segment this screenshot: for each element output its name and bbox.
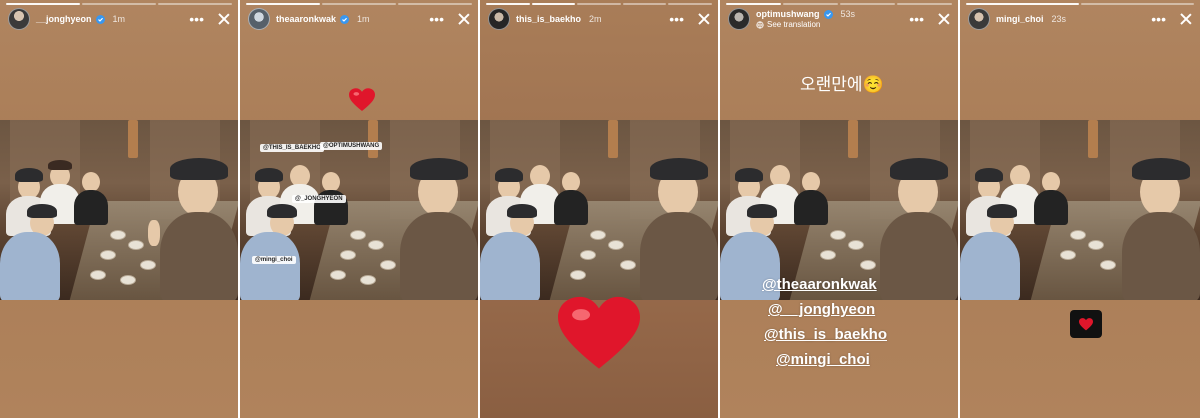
- story-header: this_is_baekho 2m •••: [488, 8, 710, 30]
- progress-segment: [668, 3, 712, 5]
- avatar[interactable]: [8, 8, 30, 30]
- story-photo: [960, 120, 1200, 300]
- story-timestamp: 53s: [840, 9, 856, 19]
- heart-icon: [1079, 317, 1093, 330]
- more-horizontal-icon[interactable]: •••: [669, 12, 684, 26]
- story-header: __jonghyeon 1m •••: [8, 8, 230, 30]
- story-username[interactable]: theaaronkwak: [276, 14, 336, 24]
- story-header: optimushwang 53s See translation •••: [728, 8, 950, 30]
- story-panel-optimushwang[interactable]: optimushwang 53s See translation ••• 오랜만…: [720, 0, 958, 418]
- story-header: mingi_choi 23s •••: [968, 8, 1192, 30]
- mention-sticker[interactable]: @OPTIMUSHWANG: [320, 142, 383, 150]
- story-timestamp: 1m: [357, 14, 370, 24]
- story-timestamp: 23s: [1051, 14, 1067, 24]
- mention-sticker[interactable]: @THIS_IS_BAEKHO: [260, 144, 324, 152]
- avatar[interactable]: [248, 8, 270, 30]
- progress-segment: [6, 3, 80, 5]
- avatar[interactable]: [728, 8, 750, 30]
- mention-sticker[interactable]: @mingi_choi: [252, 256, 296, 264]
- close-icon[interactable]: [458, 13, 470, 25]
- heart-emoji-sticker[interactable]: [349, 88, 375, 112]
- mention-sticker[interactable]: @_JONGHYEON: [292, 195, 346, 203]
- see-translation-link[interactable]: See translation: [756, 20, 855, 29]
- avatar[interactable]: [488, 8, 510, 30]
- heart-emoji-sticker[interactable]: [558, 296, 640, 372]
- progress-segment: [897, 3, 952, 5]
- verified-badge-icon: [95, 14, 105, 24]
- close-icon[interactable]: [698, 13, 710, 25]
- mention-link[interactable]: @this_is_baekho: [764, 326, 887, 343]
- story-header: theaaronkwak 1m •••: [248, 8, 470, 30]
- story-photo: [0, 120, 238, 300]
- verified-badge-icon: [340, 14, 350, 24]
- mention-link[interactable]: @mingi_choi: [776, 351, 870, 368]
- story-progress-bar: [966, 3, 1194, 5]
- story-panel-theaaronkwak[interactable]: theaaronkwak 1m ••• @THIS_IS_BAEKHO @OPT…: [240, 0, 478, 418]
- story-photo: @THIS_IS_BAEKHO @OPTIMUSHWANG @_JONGHYEO…: [240, 120, 478, 300]
- story-photo: [720, 120, 958, 300]
- progress-segment: [398, 3, 472, 5]
- more-horizontal-icon[interactable]: •••: [909, 12, 924, 26]
- translate-icon: [756, 20, 764, 29]
- progress-segment: [246, 3, 320, 5]
- more-horizontal-icon[interactable]: •••: [1151, 12, 1166, 26]
- progress-segment: [322, 3, 396, 5]
- heart-emoji-sticker[interactable]: [1070, 310, 1102, 338]
- progress-segment: [726, 3, 781, 5]
- mention-link[interactable]: @__jonghyeon: [768, 301, 875, 318]
- close-icon[interactable]: [938, 13, 950, 25]
- more-horizontal-icon[interactable]: •••: [189, 12, 204, 26]
- story-username[interactable]: __jonghyeon: [36, 14, 92, 24]
- story-timestamp: 1m: [112, 14, 126, 24]
- close-icon[interactable]: [218, 13, 230, 25]
- progress-segment: [622, 3, 667, 5]
- close-icon[interactable]: [1180, 13, 1192, 25]
- progress-segment: [783, 3, 838, 5]
- stories-row: __jonghyeon 1m ••• theaaronkwak 1m ••• @…: [0, 0, 1200, 418]
- story-progress-bar: [726, 3, 952, 5]
- story-username[interactable]: optimushwang: [756, 9, 820, 19]
- story-photo: [480, 120, 718, 300]
- progress-segment: [840, 3, 895, 5]
- progress-segment: [531, 3, 576, 5]
- story-progress-bar: [6, 3, 232, 5]
- story-panel-jonghyeon[interactable]: __jonghyeon 1m •••: [0, 0, 238, 418]
- progress-segment: [1081, 3, 1194, 5]
- story-caption: 오랜만에☺️: [800, 75, 884, 94]
- story-progress-bar: [486, 3, 712, 5]
- story-panel-mingi-choi[interactable]: mingi_choi 23s •••: [960, 0, 1200, 418]
- story-username[interactable]: this_is_baekho: [516, 14, 581, 24]
- progress-segment: [486, 3, 530, 5]
- avatar[interactable]: [968, 8, 990, 30]
- verified-badge-icon: [823, 9, 833, 19]
- progress-segment: [158, 3, 232, 5]
- see-translation-label: See translation: [767, 20, 821, 29]
- story-timestamp: 2m: [589, 14, 602, 24]
- story-panel-this-is-baekho[interactable]: this_is_baekho 2m •••: [480, 0, 718, 418]
- story-progress-bar: [246, 3, 472, 5]
- progress-segment: [966, 3, 1079, 5]
- progress-segment: [577, 3, 621, 5]
- story-username[interactable]: mingi_choi: [996, 14, 1044, 24]
- progress-segment: [82, 3, 156, 5]
- more-horizontal-icon[interactable]: •••: [429, 12, 444, 26]
- mention-link[interactable]: @theaaronkwak: [762, 276, 877, 293]
